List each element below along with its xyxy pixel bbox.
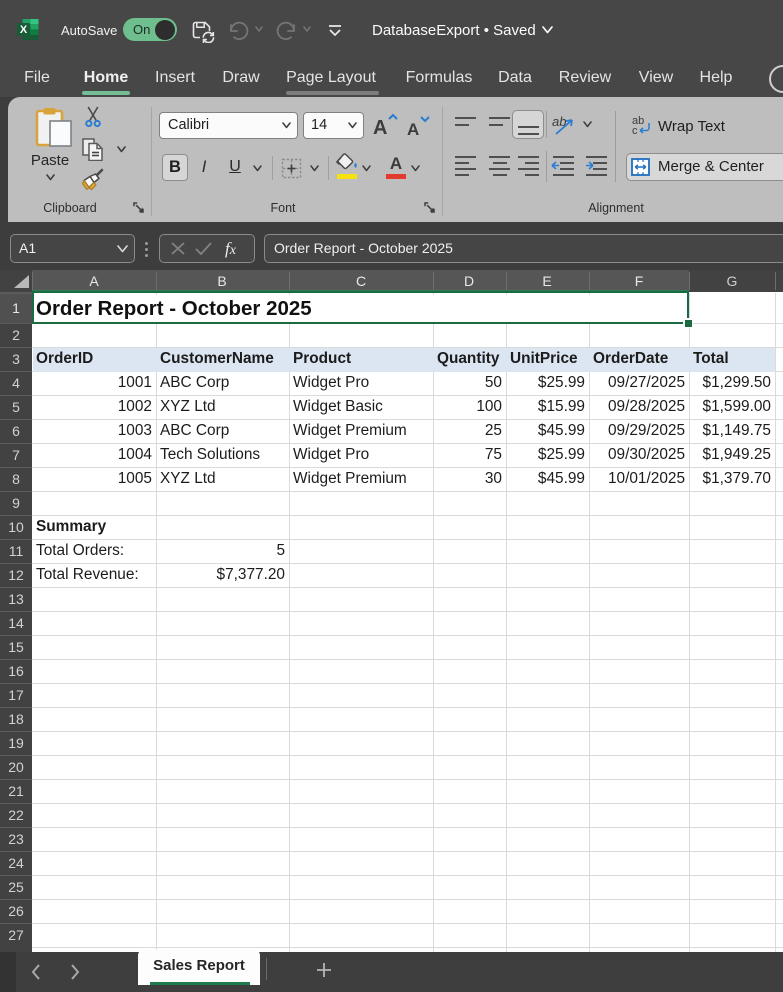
svg-text:A: A <box>407 120 419 138</box>
svg-text:c: c <box>632 125 638 136</box>
svg-text:A: A <box>373 117 387 138</box>
svg-text:X: X <box>20 24 28 36</box>
